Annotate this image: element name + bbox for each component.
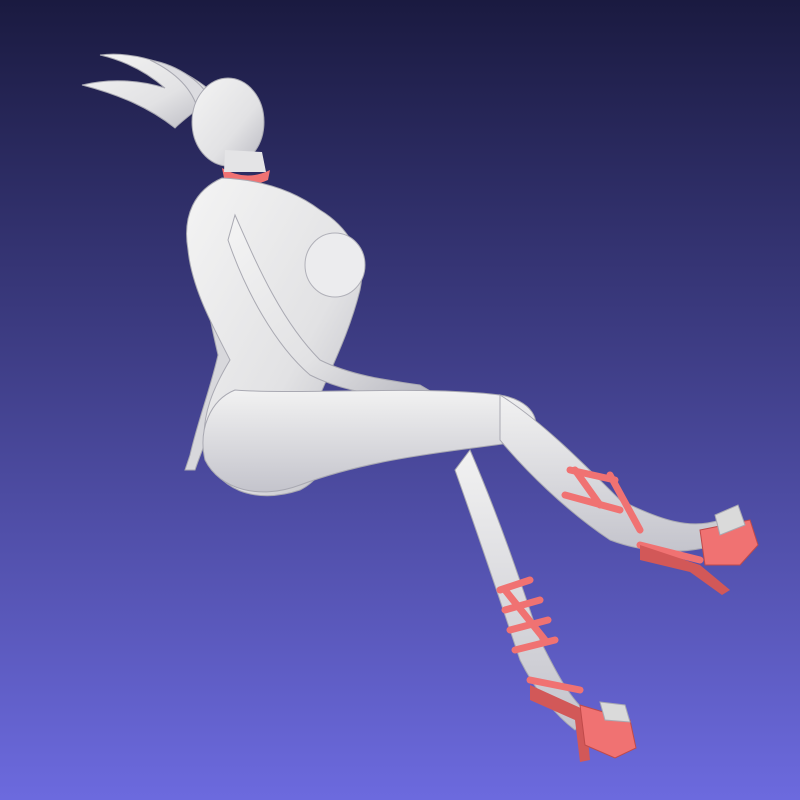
chest [304, 232, 366, 298]
viewport-canvas[interactable] [0, 0, 800, 800]
3d-viewport[interactable] [0, 0, 800, 800]
neck [224, 150, 266, 172]
